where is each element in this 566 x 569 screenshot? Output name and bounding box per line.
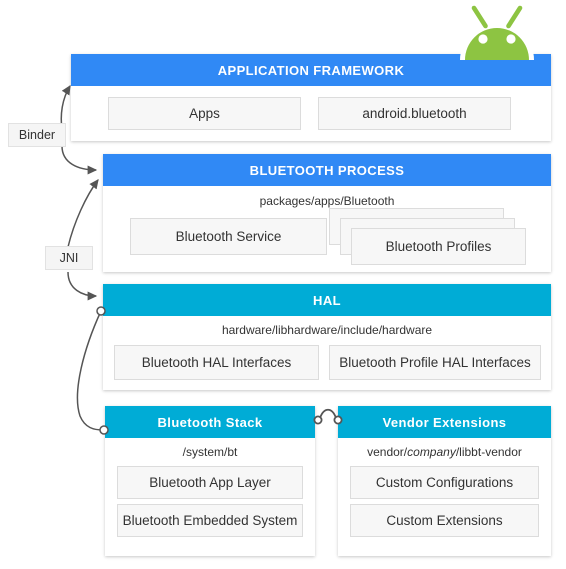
box-bluetooth-app-layer[interactable]: Bluetooth App Layer — [117, 466, 303, 499]
stack-bluetooth-profiles[interactable]: Bluetooth Profiles — [329, 208, 526, 270]
vendor-extensions-path: vendor/company/libbt-vendor — [338, 438, 551, 460]
vendor-path-italic: company — [407, 445, 456, 459]
box-bluetooth-profile-hal-interfaces[interactable]: Bluetooth Profile HAL Interfaces — [329, 345, 541, 380]
bluetooth-process-title: BLUETOOTH PROCESS — [103, 154, 551, 186]
label-binder: Binder — [8, 123, 66, 147]
hal-title: HAL — [103, 284, 551, 316]
vendor-extensions-title: Vendor Extensions — [338, 406, 551, 438]
bluetooth-process-body: packages/apps/Bluetooth Bluetooth Servic… — [103, 186, 551, 272]
connector-jni-to-bluetooth-process — [67, 179, 99, 248]
box-bluetooth-hal-interfaces[interactable]: Bluetooth HAL Interfaces — [114, 345, 319, 380]
bluetooth-stack-title: Bluetooth Stack — [105, 406, 315, 438]
connector-stack-to-vendor — [319, 408, 337, 419]
android-bluetooth-architecture-diagram: APPLICATION FRAMEWORK Apps android.bluet… — [0, 0, 566, 569]
vendor-path-suffix: /libbt-vendor — [455, 445, 522, 459]
stack-card-front[interactable]: Bluetooth Profiles — [351, 228, 526, 265]
application-framework-body: Apps android.bluetooth — [71, 86, 551, 141]
layer-application-framework: APPLICATION FRAMEWORK Apps android.bluet… — [71, 54, 551, 141]
vendor-path-prefix: vendor/ — [367, 445, 408, 459]
connector-endpoint-stack-side — [313, 415, 323, 425]
layer-vendor-extensions: Vendor Extensions vendor/company/libbt-v… — [338, 406, 551, 556]
hal-path: hardware/libhardware/include/hardware — [221, 323, 433, 337]
bluetooth-stack-body: /system/bt Bluetooth App Layer Bluetooth… — [105, 438, 315, 556]
label-jni: JNI — [45, 246, 93, 270]
vendor-extensions-body: vendor/company/libbt-vendor Custom Confi… — [338, 438, 551, 556]
box-custom-extensions[interactable]: Custom Extensions — [350, 504, 539, 537]
box-custom-configurations[interactable]: Custom Configurations — [350, 466, 539, 499]
layer-bluetooth-process: BLUETOOTH PROCESS packages/apps/Bluetoot… — [103, 154, 551, 272]
bluetooth-stack-path: /system/bt — [182, 445, 238, 459]
box-apps[interactable]: Apps — [108, 97, 301, 130]
hal-body: hardware/libhardware/include/hardware Bl… — [103, 316, 551, 390]
android-robot-head-icon — [452, 0, 542, 60]
layer-bluetooth-stack: Bluetooth Stack /system/bt Bluetooth App… — [105, 406, 315, 556]
layer-hal: HAL hardware/libhardware/include/hardwar… — [103, 284, 551, 390]
connector-jni-to-hal — [67, 271, 98, 301]
connector-binder-to-bluetooth-process — [61, 145, 98, 175]
connector-hal-to-bluetooth-stack — [76, 310, 104, 431]
box-bluetooth-embedded-system[interactable]: Bluetooth Embedded System — [117, 504, 303, 537]
bluetooth-process-path: packages/apps/Bluetooth — [259, 194, 395, 208]
box-android-bluetooth[interactable]: android.bluetooth — [318, 97, 511, 130]
box-bluetooth-service[interactable]: Bluetooth Service — [130, 218, 327, 255]
